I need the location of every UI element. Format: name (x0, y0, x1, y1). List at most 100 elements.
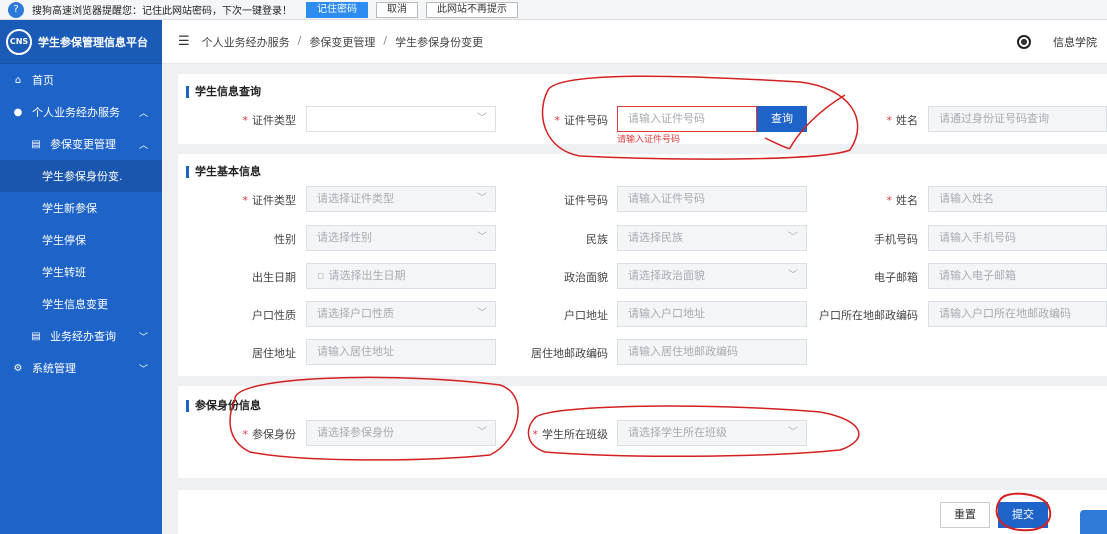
breadcrumb-separator: / (383, 33, 388, 47)
never-prompt-button[interactable]: 此网站不再提示 (426, 1, 518, 18)
sidebar-item-label: 个人业务经办服务 (32, 106, 120, 119)
hukou-type-select[interactable]: 请选择户口性质 ﹀ (306, 301, 496, 327)
query-section-title: 学生信息查询 (186, 86, 261, 98)
residence-address-label: 居住地址 (252, 347, 296, 360)
sidebar-item-insurance-change[interactable]: ▤ 参保变更管理 ︿ (0, 128, 162, 160)
sidebar: CNS 学生参保管理信息平台 ⌂ 首页 ● 个人业务经办服务 ︿ ▤ 参保变更管… (0, 20, 162, 534)
residence-postcode-label: 居住地邮政编码 (531, 347, 608, 360)
chevron-down-icon: ﹀ (477, 232, 487, 243)
query-id-type-select[interactable]: ﹀ (306, 106, 496, 132)
sidebar-item-label: 学生新参保 (42, 202, 97, 215)
calendar-icon: ▫ (317, 269, 325, 282)
sidebar-item-label: 学生信息变更 (42, 298, 108, 311)
political-label: 政治面貌 (564, 271, 608, 284)
chevron-up-icon: ︿ (138, 140, 148, 151)
prompt-message: 搜狗高速浏览器提醒您：记住此网站密码，下次一键登录！ (32, 6, 292, 17)
app-title: 学生参保管理信息平台 (38, 35, 148, 49)
ethnicity-label: 民族 (586, 233, 608, 246)
email-input[interactable]: 请输入电子邮箱 (928, 263, 1107, 289)
basic-info-panel: 学生基本信息 * 证件类型 请选择证件类型 ﹀ 证件号码 请输入证件号码 * 姓名 请… (178, 154, 1107, 376)
logo: CNS (6, 28, 32, 55)
sidebar-item-stop-insurance[interactable]: 学生停保 (0, 224, 162, 256)
class-label: * 学生所在班级 (532, 428, 609, 441)
sidebar-item-home[interactable]: ⌂ 首页 (0, 64, 162, 96)
action-bar: 重置 提交 (178, 490, 1107, 534)
birth-date-picker[interactable]: ▫ 请选择出生日期 (306, 263, 496, 289)
hukou-postcode-label: 户口所在地邮政编码 (819, 309, 918, 322)
residence-postcode-input[interactable]: 请输入居住地邮政编码 (617, 339, 807, 365)
user-avatar-icon[interactable]: ● (1017, 34, 1031, 49)
menu-toggle-icon[interactable]: ☰ (178, 34, 190, 49)
query-panel: 学生信息查询 * 证件类型 ﹀ * 证件号码 请输入证件号码 查询 请输入证件号码 … (178, 74, 1107, 145)
top-header: ☰ 个人业务经办服务 / 参保变更管理 / 学生参保身份变更 ● 信息学院 (162, 20, 1107, 64)
hukou-postcode-input[interactable]: 请输入户口所在地邮政编码 (928, 301, 1107, 327)
birth-date-label: 出生日期 (252, 271, 296, 284)
sidebar-item-identity-change[interactable]: 学生参保身份变. (0, 160, 162, 192)
chevron-down-icon: ﹀ (788, 232, 798, 243)
basic-section-title: 学生基本信息 (186, 166, 261, 178)
basic-name-label: * 姓名 (886, 194, 919, 207)
breadcrumb-item[interactable]: 个人业务经办服务 (202, 34, 290, 50)
query-button[interactable]: 查询 (757, 106, 807, 132)
phone-label: 手机号码 (874, 233, 918, 246)
hukou-type-label: 户口性质 (252, 309, 296, 322)
phone-input[interactable]: 请输入手机号码 (928, 225, 1107, 251)
hukou-address-label: 户口地址 (564, 309, 608, 322)
sidebar-item-label: 学生参保身份变. (42, 170, 123, 183)
question-icon: ? (8, 1, 24, 18)
basic-name-input[interactable]: 请输入姓名 (928, 186, 1107, 212)
sidebar-item-label: 学生转班 (42, 266, 86, 279)
cancel-prompt-button[interactable]: 取消 (376, 1, 418, 18)
id-type-label: * 证件类型 (242, 114, 297, 127)
clipboard-icon: ▤ (31, 330, 41, 342)
chevron-down-icon: ﹀ (138, 364, 148, 375)
chevron-down-icon: ﹀ (138, 332, 148, 343)
home-icon: ⌂ (14, 74, 22, 86)
sidebar-item-system[interactable]: ⚙ 系统管理 ﹀ (0, 352, 162, 384)
chevron-down-icon: ﹀ (477, 427, 487, 438)
basic-id-type-select[interactable]: 请选择证件类型 ﹀ (306, 186, 496, 212)
basic-id-number-input[interactable]: 请输入证件号码 (617, 186, 807, 212)
submit-button[interactable]: 提交 (998, 502, 1048, 528)
insurance-section-title: 参保身份信息 (186, 400, 261, 412)
gender-label: 性别 (274, 233, 296, 246)
breadcrumb-separator: / (297, 33, 302, 47)
gender-select[interactable]: 请选择性别 ﹀ (306, 225, 496, 251)
sidebar-item-info-change[interactable]: 学生信息变更 (0, 288, 162, 320)
identity-select[interactable]: 请选择参保身份 ﹀ (306, 420, 496, 446)
remember-password-button[interactable]: 记住密码 (306, 1, 368, 18)
residence-address-input[interactable]: 请输入居住地址 (306, 339, 496, 365)
sidebar-item-label: 首页 (32, 74, 54, 87)
class-select[interactable]: 请选择学生所在班级 ﹀ (617, 420, 807, 446)
query-name-input[interactable]: 请通过身份证号码查询 (928, 106, 1107, 132)
identity-label: * 参保身份 (242, 428, 297, 441)
gear-icon: ⚙ (13, 362, 23, 374)
sidebar-item-label: 业务经办查询 (50, 330, 116, 343)
basic-id-number-label: 证件号码 (564, 194, 608, 207)
sidebar-item-label: 学生停保 (42, 234, 86, 247)
user-area[interactable]: ● 信息学院 (1017, 34, 1097, 50)
chevron-down-icon: ﹀ (477, 193, 487, 204)
breadcrumb: 个人业务经办服务 / 参保变更管理 / 学生参保身份变更 (202, 34, 483, 50)
sidebar-item-label: 系统管理 (32, 362, 76, 375)
sidebar-header: CNS 学生参保管理信息平台 (0, 20, 162, 64)
sidebar-item-personal-services[interactable]: ● 个人业务经办服务 ︿ (0, 96, 162, 128)
sidebar-item-new-insurance[interactable]: 学生新参保 (0, 192, 162, 224)
user-name[interactable]: 信息学院 (1053, 34, 1097, 50)
hukou-address-input[interactable]: 请输入户口地址 (617, 301, 807, 327)
reset-button[interactable]: 重置 (940, 502, 990, 528)
sidebar-item-business-query[interactable]: ▤ 业务经办查询 ﹀ (0, 320, 162, 352)
sidebar-item-label: 参保变更管理 (50, 138, 116, 151)
password-prompt-bar: ? 搜狗高速浏览器提醒您：记住此网站密码，下次一键登录！ 记住密码 取消 此网站… (0, 0, 1107, 20)
sidebar-item-class-transfer[interactable]: 学生转班 (0, 256, 162, 288)
political-select[interactable]: 请选择政治面貌 ﹀ (617, 263, 807, 289)
id-number-error: 请输入证件号码 (617, 135, 681, 145)
user-icon: ● (13, 106, 23, 118)
breadcrumb-item[interactable]: 参保变更管理 (309, 34, 375, 50)
floating-widget[interactable] (1080, 510, 1107, 534)
query-id-number-input[interactable]: 请输入证件号码 (617, 106, 757, 132)
chevron-down-icon: ﹀ (477, 113, 487, 124)
ethnicity-select[interactable]: 请选择民族 ﹀ (617, 225, 807, 251)
clipboard-icon: ▤ (31, 138, 41, 150)
chevron-down-icon: ﹀ (477, 308, 487, 319)
